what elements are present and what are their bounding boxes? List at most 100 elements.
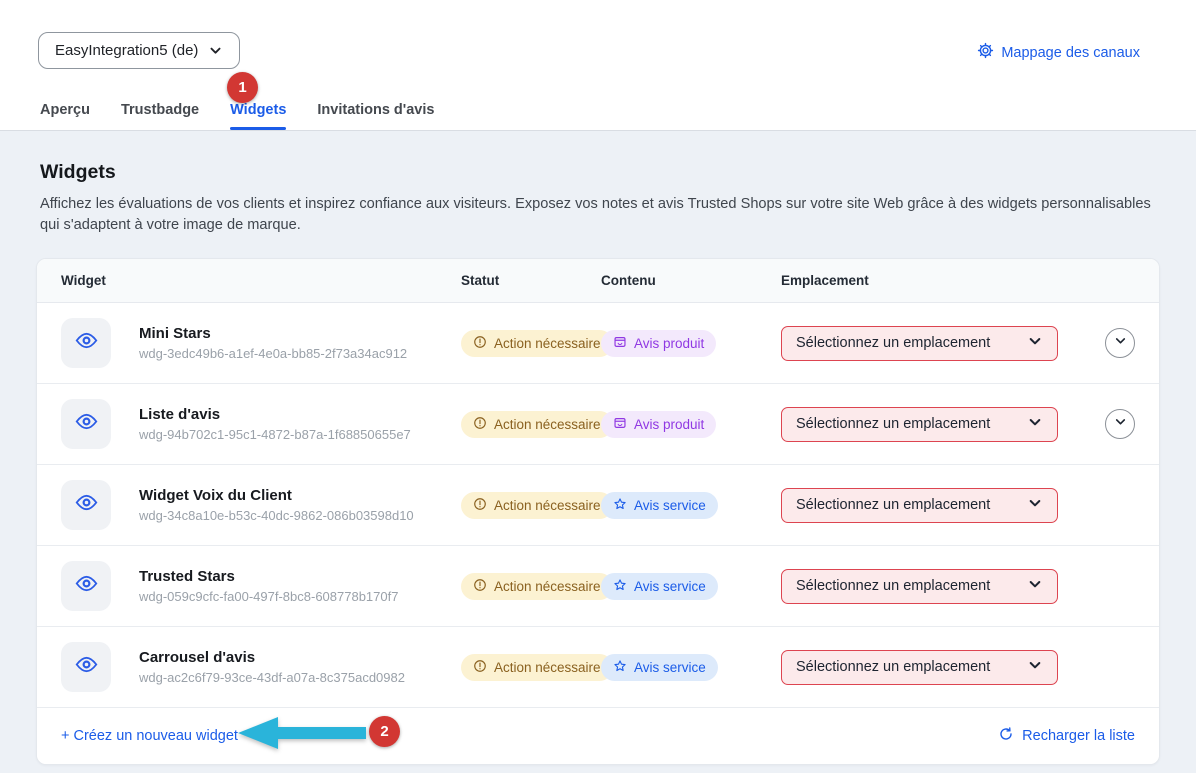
table-row: Carrousel d'avis wdg-ac2c6f79-93ce-43df-… (37, 627, 1159, 708)
content-badge: Avis service (601, 654, 718, 681)
placement-value: Sélectionnez un emplacement (796, 659, 990, 675)
content-badge: Avis service (601, 492, 718, 519)
content-label: Avis service (634, 660, 706, 675)
eye-icon (75, 653, 98, 681)
channel-mapping-label: Mappage des canaux (1001, 45, 1140, 61)
placement-value: Sélectionnez un emplacement (796, 497, 990, 513)
chevron-down-icon (1027, 495, 1043, 515)
alert-circle-icon (473, 659, 487, 676)
tab-apercu[interactable]: Aperçu (40, 102, 90, 130)
page-header: EasyIntegration5 (de) Mappage des canaux… (0, 0, 1196, 131)
status-label: Action nécessaire (494, 660, 601, 675)
placement-select[interactable]: Sélectionnez un emplacement (781, 488, 1058, 523)
product-icon (613, 416, 627, 433)
alert-circle-icon (473, 578, 487, 595)
placement-select[interactable]: Sélectionnez un emplacement (781, 650, 1058, 685)
eye-icon (75, 410, 98, 438)
content-badge: Avis produit (601, 411, 716, 438)
eye-icon (75, 572, 98, 600)
chevron-down-icon (1113, 333, 1128, 353)
placement-value: Sélectionnez un emplacement (796, 578, 990, 594)
annotation-step-2-badge: 2 (369, 716, 400, 747)
table-row: Widget Voix du Client wdg-34c8a10e-b53c-… (37, 465, 1159, 546)
widget-name: Liste d'avis (139, 406, 411, 423)
tab-trustbadge[interactable]: Trustbadge (121, 102, 199, 130)
widget-id: wdg-34c8a10e-b53c-40dc-9862-086b03598d10 (139, 508, 414, 523)
content-badge: Avis service (601, 573, 718, 600)
content-badge: Avis produit (601, 330, 716, 357)
create-widget-link[interactable]: + Créez un nouveau widget (61, 728, 238, 744)
gear-icon (977, 42, 994, 63)
content-label: Avis service (634, 498, 706, 513)
chevron-down-icon (1113, 414, 1128, 434)
reload-list-label: Recharger la liste (1022, 728, 1135, 744)
content-label: Avis produit (634, 417, 704, 432)
placement-select[interactable]: Sélectionnez un emplacement (781, 326, 1058, 361)
table-footer: + Créez un nouveau widget Recharger la l… (37, 708, 1159, 764)
widget-name: Widget Voix du Client (139, 487, 414, 504)
widgets-table-card: Widget Statut Contenu Emplacement Mini S… (36, 258, 1160, 765)
content-label: Avis service (634, 579, 706, 594)
expand-row-button[interactable] (1105, 409, 1135, 439)
tab-bar: Aperçu Trustbadge Widgets Invitations d'… (40, 102, 434, 130)
status-label: Action nécessaire (494, 417, 601, 432)
widget-preview-button[interactable] (61, 480, 111, 530)
chevron-down-icon (1027, 333, 1043, 353)
content-label: Avis produit (634, 336, 704, 351)
widget-preview-button[interactable] (61, 642, 111, 692)
product-icon (613, 335, 627, 352)
placement-value: Sélectionnez un emplacement (796, 335, 990, 351)
alert-circle-icon (473, 335, 487, 352)
column-header-statut: Statut (461, 273, 601, 288)
widget-name: Mini Stars (139, 325, 407, 342)
widget-name: Trusted Stars (139, 568, 398, 585)
status-badge: Action nécessaire (461, 492, 613, 519)
widget-id: wdg-ac2c6f79-93ce-43df-a07a-8c375acd0982 (139, 670, 405, 685)
annotation-step-1-badge: 1 (227, 72, 258, 103)
page-description: Affichez les évaluations de vos clients … (40, 194, 1162, 235)
placement-value: Sélectionnez un emplacement (796, 416, 990, 432)
widget-id: wdg-3edc49b6-a1ef-4e0a-bb85-2f73a34ac912 (139, 346, 407, 361)
table-body: Mini Stars wdg-3edc49b6-a1ef-4e0a-bb85-2… (37, 303, 1159, 708)
status-label: Action nécessaire (494, 579, 601, 594)
column-header-widget: Widget (61, 273, 461, 288)
star-icon (613, 578, 627, 595)
widget-id: wdg-059c9cfc-fa00-497f-8bc8-608778b170f7 (139, 589, 398, 604)
widget-name: Carrousel d'avis (139, 649, 405, 666)
shop-selector-value: EasyIntegration5 (de) (55, 42, 198, 59)
status-badge: Action nécessaire (461, 573, 613, 600)
table-row: Mini Stars wdg-3edc49b6-a1ef-4e0a-bb85-2… (37, 303, 1159, 384)
column-header-contenu: Contenu (601, 273, 781, 288)
eye-icon (75, 491, 98, 519)
reload-list-link[interactable]: Recharger la liste (998, 726, 1135, 746)
main-content: Widgets Affichez les évaluations de vos … (0, 131, 1196, 773)
expand-row-button[interactable] (1105, 328, 1135, 358)
widget-id: wdg-94b702c1-95c1-4872-b87a-1f68850655e7 (139, 427, 411, 442)
placement-select[interactable]: Sélectionnez un emplacement (781, 407, 1058, 442)
chevron-down-icon (1027, 414, 1043, 434)
placement-select[interactable]: Sélectionnez un emplacement (781, 569, 1058, 604)
table-header-row: Widget Statut Contenu Emplacement (37, 259, 1159, 303)
status-label: Action nécessaire (494, 498, 601, 513)
page-title: Widgets (40, 161, 116, 184)
column-header-emplacement: Emplacement (781, 273, 1073, 288)
alert-circle-icon (473, 497, 487, 514)
tab-invitations-avis[interactable]: Invitations d'avis (317, 102, 434, 130)
refresh-icon (998, 726, 1014, 746)
table-row: Trusted Stars wdg-059c9cfc-fa00-497f-8bc… (37, 546, 1159, 627)
widget-preview-button[interactable] (61, 318, 111, 368)
status-label: Action nécessaire (494, 336, 601, 351)
status-badge: Action nécessaire (461, 411, 613, 438)
widget-preview-button[interactable] (61, 561, 111, 611)
star-icon (613, 659, 627, 676)
arrow-left-icon (236, 715, 368, 751)
chevron-down-icon (1027, 657, 1043, 677)
tab-widgets[interactable]: Widgets (230, 102, 286, 130)
eye-icon (75, 329, 98, 357)
star-icon (613, 497, 627, 514)
chevron-down-icon (1027, 576, 1043, 596)
channel-mapping-link[interactable]: Mappage des canaux (977, 42, 1140, 63)
widget-preview-button[interactable] (61, 399, 111, 449)
shop-selector-dropdown[interactable]: EasyIntegration5 (de) (38, 32, 240, 69)
alert-circle-icon (473, 416, 487, 433)
